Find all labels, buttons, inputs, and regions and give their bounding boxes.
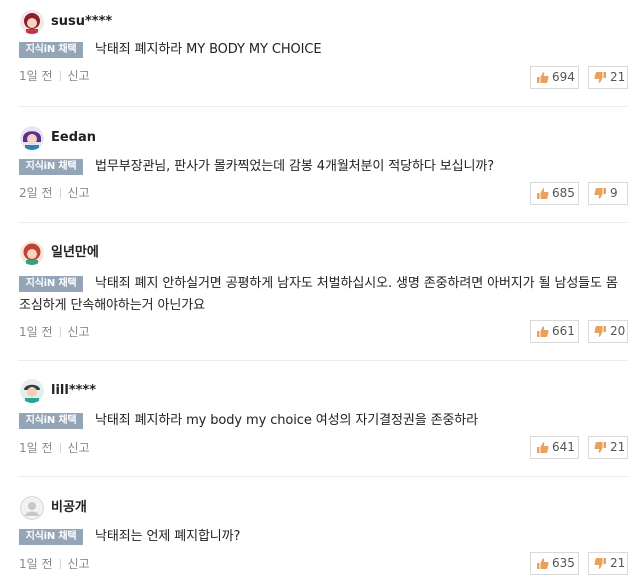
comment-text: 법무부장관님, 판사가 몰카찍었는데 감봉 4개월처분이 적당하다 보십니까? (95, 159, 494, 174)
jisikin-badge: 지식iN 채택 (19, 529, 83, 545)
report-link[interactable]: 신고 (68, 325, 90, 339)
like-button[interactable]: 685 (530, 182, 579, 205)
thumbs-down-icon (594, 71, 607, 84)
report-link[interactable]: 신고 (68, 186, 90, 200)
user-avatar[interactable] (20, 496, 44, 520)
dislike-count: 20 (610, 324, 626, 338)
report-link[interactable]: 신고 (68, 557, 90, 571)
dislike-count: 21 (610, 70, 626, 84)
like-count: 635 (552, 556, 575, 570)
comment-text: 낙태죄 폐지 안하실거면 공평하게 남자도 처벌하십시오. 생명 존중하려면 아… (19, 276, 618, 313)
comment-text: 낙태죄는 언제 폐지합니까? (95, 529, 241, 544)
thumbs-up-icon (536, 557, 549, 570)
dislike-button[interactable]: 21 (588, 66, 628, 89)
thumbs-down-icon (594, 187, 607, 200)
meta-divider (59, 71, 61, 81)
comment-time: 2일 전 (19, 186, 53, 200)
comment-meta: 1일 전 신고 (19, 556, 90, 572)
user-avatar[interactable] (20, 241, 44, 265)
like-button[interactable]: 661 (530, 320, 579, 343)
thumbs-up-icon (536, 441, 549, 454)
thumbs-down-icon (594, 557, 607, 570)
thumbs-up-icon (536, 187, 549, 200)
username[interactable]: 일년만에 (51, 245, 99, 261)
dislike-count: 9 (610, 186, 618, 200)
thumbs-down-icon (594, 441, 607, 454)
jisikin-badge: 지식iN 채택 (19, 159, 83, 175)
jisikin-badge: 지식iN 채택 (19, 413, 83, 429)
dislike-count: 21 (610, 440, 626, 454)
like-button[interactable]: 635 (530, 552, 579, 575)
like-count: 694 (552, 70, 575, 84)
dislike-button[interactable]: 9 (588, 182, 628, 205)
dislike-count: 21 (610, 556, 626, 570)
like-count: 661 (552, 324, 575, 338)
report-link[interactable]: 신고 (68, 69, 90, 83)
dislike-button[interactable]: 21 (588, 436, 628, 459)
like-count: 685 (552, 186, 575, 200)
dislike-button[interactable]: 21 (588, 552, 628, 575)
username[interactable]: lill**** (51, 383, 96, 399)
comment-meta: 1일 전 신고 (19, 68, 90, 84)
comment-text: 낙태죄 폐지하라 my body my choice 여성의 자기결정권을 존중… (95, 413, 479, 428)
user-avatar[interactable] (20, 126, 44, 150)
comment-divider (18, 222, 628, 223)
comment-meta: 1일 전 신고 (19, 324, 90, 340)
like-button[interactable]: 641 (530, 436, 579, 459)
comment-divider (18, 106, 628, 107)
username[interactable]: 비공개 (51, 500, 87, 516)
meta-divider (59, 327, 61, 337)
jisikin-badge: 지식iN 채택 (19, 42, 83, 58)
meta-divider (59, 559, 61, 569)
user-avatar[interactable] (20, 379, 44, 403)
like-count: 641 (552, 440, 575, 454)
meta-divider (59, 188, 61, 198)
comment-time: 1일 전 (19, 557, 53, 571)
meta-divider (59, 443, 61, 453)
comment-divider (18, 476, 628, 477)
dislike-button[interactable]: 20 (588, 320, 628, 343)
thumbs-up-icon (536, 325, 549, 338)
comment-divider (18, 360, 628, 361)
comment-text: 낙태죄 폐지하라 MY BODY MY CHOICE (95, 42, 322, 57)
username[interactable]: Eedan (51, 130, 96, 146)
comment-meta: 1일 전 신고 (19, 440, 90, 456)
like-button[interactable]: 694 (530, 66, 579, 89)
thumbs-down-icon (594, 325, 607, 338)
thumbs-up-icon (536, 71, 549, 84)
comment-time: 1일 전 (19, 69, 53, 83)
comment-time: 1일 전 (19, 441, 53, 455)
comment-time: 1일 전 (19, 325, 53, 339)
report-link[interactable]: 신고 (68, 441, 90, 455)
username[interactable]: susu**** (51, 14, 112, 30)
user-avatar[interactable] (20, 10, 44, 34)
comment-meta: 2일 전 신고 (19, 185, 90, 201)
